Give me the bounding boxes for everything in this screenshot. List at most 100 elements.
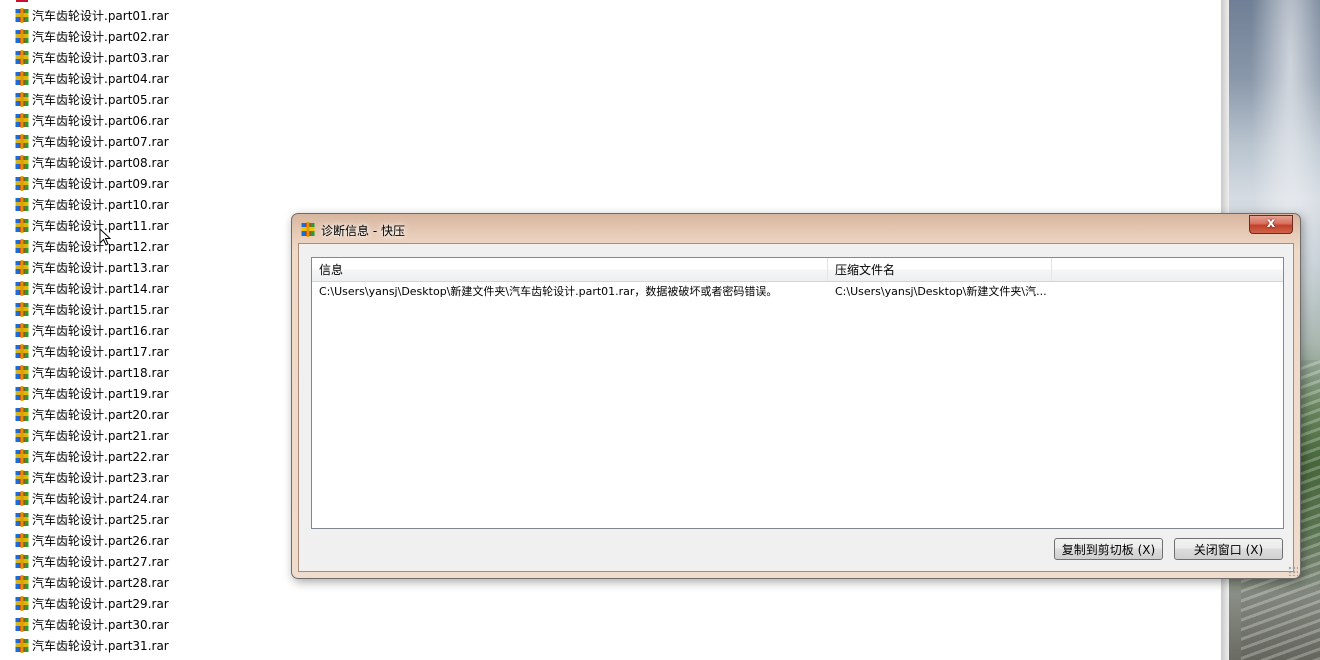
file-name-label: 汽车齿轮设计.part29.rar bbox=[32, 597, 169, 611]
rar-archive-icon bbox=[15, 596, 29, 611]
rar-archive-icon bbox=[15, 428, 29, 443]
list-row[interactable]: C:\Users\yansj\Desktop\新建文件夹\汽车齿轮设计.part… bbox=[312, 282, 1283, 302]
desktop-screen: 汽车齿轮设计.part01.rar 汽车齿轮设计.part02.rar 汽车齿轮设计… bbox=[0, 0, 1320, 660]
file-list-item[interactable]: 汽车齿轮设计.part26.rar bbox=[15, 530, 169, 551]
file-name-label: 汽车齿轮设计.part28.rar bbox=[32, 576, 169, 590]
file-list-item[interactable]: 汽车齿轮设计.part14.rar bbox=[15, 278, 169, 299]
file-list-item[interactable]: 汽车齿轮设计.part05.rar bbox=[15, 89, 169, 110]
file-list-item[interactable]: 汽车齿轮设计.part22.rar bbox=[15, 446, 169, 467]
file-name-label: 汽车齿轮设计.part03.rar bbox=[32, 51, 169, 65]
file-name-label: 汽车齿轮设计.part04.rar bbox=[32, 72, 169, 86]
rar-archive-icon bbox=[15, 491, 29, 506]
file-name-label: 汽车齿轮设计.part30.rar bbox=[32, 618, 169, 632]
row-info-cell: C:\Users\yansj\Desktop\新建文件夹\汽车齿轮设计.part… bbox=[319, 285, 778, 298]
file-list-item[interactable]: 汽车齿轮设计.part23.rar bbox=[15, 467, 169, 488]
file-list-item[interactable]: 汽车齿轮设计.part12.rar bbox=[15, 236, 169, 257]
file-name-label: 汽车齿轮设计.part16.rar bbox=[32, 324, 169, 338]
file-name-label: 汽车齿轮设计.part19.rar bbox=[32, 387, 169, 401]
diagnostic-list-view[interactable]: 信息 压缩文件名 C:\Users\yansj\Desktop\新建文件夹\汽车… bbox=[311, 257, 1284, 529]
file-list-item[interactable]: 汽车齿轮设计.part03.rar bbox=[15, 47, 169, 68]
file-list-item[interactable]: 汽车齿轮设计.part04.rar bbox=[15, 68, 169, 89]
diagnostic-dialog: 诊断信息 - 快压 x 信息 压缩文件名 C:\Users\yansj\Desk… bbox=[291, 213, 1301, 579]
file-list-item[interactable]: 汽车齿轮设计.part11.rar bbox=[15, 215, 169, 236]
rar-archive-icon bbox=[15, 302, 29, 317]
rar-archive-icon bbox=[15, 71, 29, 86]
file-list-item[interactable]: 汽车齿轮设计.part01.rar bbox=[15, 5, 169, 26]
rar-archive-icon bbox=[15, 575, 29, 590]
file-list-item[interactable]: 汽车齿轮设计.part09.rar bbox=[15, 173, 169, 194]
file-name-label: 汽车齿轮设计.part17.rar bbox=[32, 345, 169, 359]
dialog-title: 诊断信息 - 快压 bbox=[321, 224, 405, 238]
close-window-button[interactable]: x bbox=[1249, 215, 1293, 234]
file-list-item[interactable]: 汽车齿轮设计.part21.rar bbox=[15, 425, 169, 446]
rar-archive-icon bbox=[15, 533, 29, 548]
rar-archive-icon bbox=[15, 638, 29, 653]
file-list-item[interactable]: 汽车齿轮设计.part15.rar bbox=[15, 299, 169, 320]
file-name-label: 汽车齿轮设计.part01.rar bbox=[32, 9, 169, 23]
app-kuaiya-icon bbox=[301, 222, 315, 237]
file-name-label: 汽车齿轮设计.part15.rar bbox=[32, 303, 169, 317]
mouse-cursor-icon bbox=[99, 228, 111, 246]
rar-archive-icon bbox=[15, 113, 29, 128]
rar-archive-icon bbox=[15, 8, 29, 23]
file-list-item[interactable]: 汽车齿轮设计.part08.rar bbox=[15, 152, 169, 173]
file-name-label: 汽车齿轮设计.part20.rar bbox=[32, 408, 169, 422]
file-name-label: 汽车齿轮设计.part07.rar bbox=[32, 135, 169, 149]
file-name-label: 汽车齿轮设计.part02.rar bbox=[32, 30, 169, 44]
rar-archive-icon bbox=[15, 512, 29, 527]
file-name-label: 汽车齿轮设计.part25.rar bbox=[32, 513, 169, 527]
file-name-label: 汽车齿轮设计.part31.rar bbox=[32, 639, 169, 653]
file-name-label: 汽车齿轮设计.part09.rar bbox=[32, 177, 169, 191]
file-name-label: 汽车齿轮设计.part13.rar bbox=[32, 261, 169, 275]
rar-archive-icon bbox=[15, 386, 29, 401]
rar-archive-icon bbox=[15, 470, 29, 485]
file-name-label: 汽车齿轮设计.part26.rar bbox=[32, 534, 169, 548]
file-list-item[interactable]: 汽车齿轮设计.part27.rar bbox=[15, 551, 169, 572]
file-name-label: 汽车齿轮设计.part06.rar bbox=[32, 114, 169, 128]
rar-archive-icon bbox=[15, 155, 29, 170]
file-list-item[interactable]: 汽车齿轮设计.part06.rar bbox=[15, 110, 169, 131]
file-list-item[interactable]: 汽车齿轮设计.part24.rar bbox=[15, 488, 169, 509]
file-list-item[interactable]: 汽车齿轮设计.part18.rar bbox=[15, 362, 169, 383]
rar-archive-icon bbox=[15, 617, 29, 632]
file-name-label: 汽车齿轮设计.part21.rar bbox=[32, 429, 169, 443]
file-list-item[interactable]: 汽车齿轮设计.part31.rar bbox=[15, 635, 169, 656]
rar-archive-icon bbox=[15, 50, 29, 65]
rar-archive-icon bbox=[15, 197, 29, 212]
rar-archive-icon bbox=[15, 29, 29, 44]
resize-grip[interactable] bbox=[1288, 566, 1298, 576]
file-name-label: 汽车齿轮设计.part08.rar bbox=[32, 156, 169, 170]
column-header-info[interactable]: 信息 bbox=[312, 258, 828, 281]
rar-archive-icon bbox=[15, 281, 29, 296]
file-list-item[interactable]: 汽车齿轮设计.part28.rar bbox=[15, 572, 169, 593]
file-list-item[interactable]: 汽车齿轮设计.part13.rar bbox=[15, 257, 169, 278]
file-list-item[interactable]: 汽车齿轮设计.part07.rar bbox=[15, 131, 169, 152]
file-list-item[interactable]: 汽车齿轮设计.part10.rar bbox=[15, 194, 169, 215]
rar-archive-icon bbox=[15, 92, 29, 107]
rar-archive-icon bbox=[15, 554, 29, 569]
column-header-archive-name[interactable]: 压缩文件名 bbox=[828, 258, 1052, 281]
file-list-item[interactable]: 汽车齿轮设计.part20.rar bbox=[15, 404, 169, 425]
file-list-item[interactable]: 汽车齿轮设计.part17.rar bbox=[15, 341, 169, 362]
file-name-label: 汽车齿轮设计.part05.rar bbox=[32, 93, 169, 107]
rar-archive-icon bbox=[15, 407, 29, 422]
file-list-item[interactable]: 汽车齿轮设计.part19.rar bbox=[15, 383, 169, 404]
file-list-item[interactable]: 汽车齿轮设计.part29.rar bbox=[15, 593, 169, 614]
file-list-item[interactable]: 汽车齿轮设计.part30.rar bbox=[15, 614, 169, 635]
file-list-item[interactable]: 汽车齿轮设计.part25.rar bbox=[15, 509, 169, 530]
rar-archive-icon bbox=[15, 449, 29, 464]
file-name-label: 汽车齿轮设计.part24.rar bbox=[32, 492, 169, 506]
file-name-label: 汽车齿轮设计.part22.rar bbox=[32, 450, 169, 464]
rar-archive-icon bbox=[15, 239, 29, 254]
close-dialog-button[interactable]: 关闭窗口 (X) bbox=[1174, 538, 1283, 560]
file-name-label: 汽车齿轮设计.part18.rar bbox=[32, 366, 169, 380]
partial-file-icon-top bbox=[15, 0, 29, 4]
rar-archive-icon bbox=[15, 344, 29, 359]
file-list-item[interactable]: 汽车齿轮设计.part16.rar bbox=[15, 320, 169, 341]
copy-to-clipboard-button[interactable]: 复制到剪切板 (X) bbox=[1054, 538, 1163, 560]
row-archive-cell: C:\Users\yansj\Desktop\新建文件夹\汽... bbox=[835, 285, 1047, 298]
rar-archive-icon bbox=[15, 218, 29, 233]
rar-archive-icon bbox=[15, 365, 29, 380]
partial-file-icon-bottom bbox=[15, 655, 29, 660]
file-list-item[interactable]: 汽车齿轮设计.part02.rar bbox=[15, 26, 169, 47]
